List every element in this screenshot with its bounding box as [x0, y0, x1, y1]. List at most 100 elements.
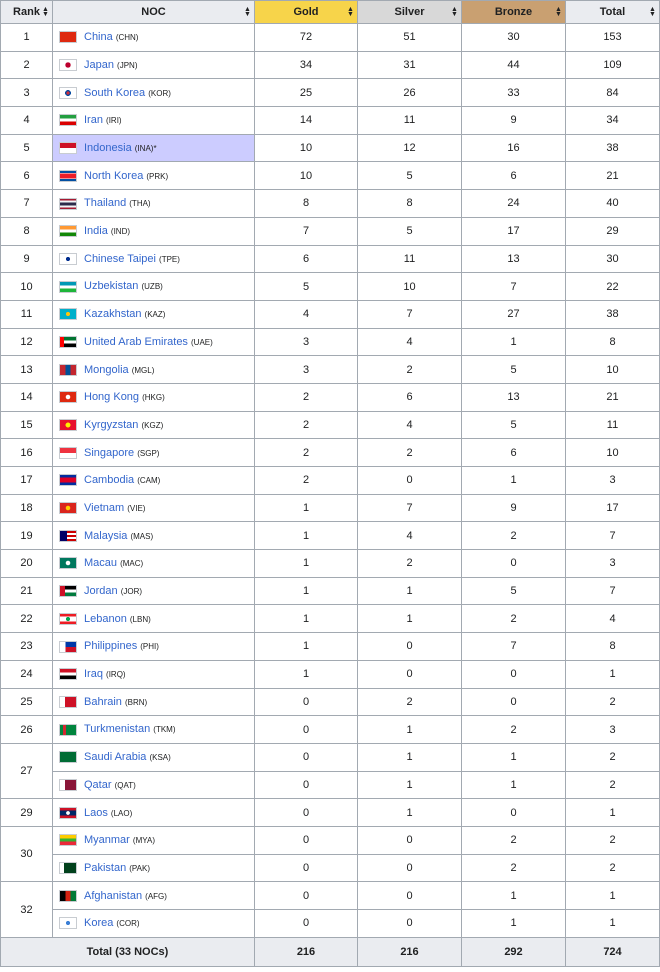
rank-cell: 14: [0, 382, 53, 412]
country-link[interactable]: Singapore: [84, 447, 134, 459]
country-link[interactable]: Japan: [84, 59, 114, 71]
silver-cell: 10: [357, 272, 462, 301]
table-row: 24 Iraq (IRQ) 1 0 0 1: [0, 659, 660, 689]
gold-cell: 0: [254, 770, 358, 800]
gold-cell: 1: [254, 576, 358, 606]
country-code: (IND): [110, 227, 131, 237]
country-link[interactable]: Iraq: [84, 668, 103, 680]
bronze-cell: 0: [461, 549, 566, 578]
country-link[interactable]: Bahrain: [84, 696, 122, 708]
gold-cell: 1: [254, 604, 358, 634]
silver-cell: 2: [357, 687, 462, 717]
country-link[interactable]: Uzbekistan: [84, 280, 138, 292]
country-link[interactable]: Chinese Taipei: [84, 253, 156, 265]
country-link[interactable]: Cambodia: [84, 474, 134, 486]
bronze-cell: 24: [461, 189, 566, 218]
country-link[interactable]: Macau: [84, 557, 117, 569]
country-link[interactable]: Kazakhstan: [84, 308, 141, 320]
sort-icon[interactable]: ▲ ▼: [244, 6, 251, 18]
gold-cell: 1: [254, 632, 358, 661]
gold-cell: 10: [254, 161, 358, 191]
country-link[interactable]: Kyrgyzstan: [84, 419, 138, 431]
flag-icon: [59, 557, 77, 570]
country-link[interactable]: Iran: [84, 114, 103, 126]
silver-header[interactable]: Silver ▲ ▼: [357, 0, 462, 24]
bronze-cell: 5: [461, 410, 566, 440]
gold-cell: 5: [254, 272, 358, 301]
country-link[interactable]: Myanmar: [84, 834, 130, 846]
gold-cell: 14: [254, 106, 358, 135]
country-code: (MYA): [132, 836, 155, 846]
gold-cell: 8: [254, 189, 358, 218]
flag-icon: [59, 114, 77, 127]
country-code: (HKG): [142, 393, 165, 403]
country-link[interactable]: Malaysia: [84, 530, 127, 542]
country-link[interactable]: Hong Kong: [84, 391, 139, 403]
total-header[interactable]: Total ▲ ▼: [565, 0, 660, 24]
country-link[interactable]: Afghanistan: [84, 890, 142, 902]
bronze-cell: 33: [461, 78, 566, 108]
bronze-cell: 1: [461, 881, 566, 910]
noc-cell: Malaysia (MAS): [52, 521, 255, 551]
gold-cell: 72: [254, 23, 358, 52]
bronze-cell: 9: [461, 106, 566, 135]
noc-cell: Japan (JPN): [52, 50, 255, 80]
rank-cell: 16: [0, 438, 53, 467]
total-cell: 84: [565, 78, 660, 108]
country-link[interactable]: Pakistan: [84, 862, 126, 874]
total-cell: 3: [565, 549, 660, 578]
country-link[interactable]: Korea: [84, 917, 113, 929]
gold-cell: 10: [254, 133, 358, 163]
bronze-cell: 13: [461, 244, 566, 274]
gold-cell: 1: [254, 549, 358, 578]
total-cell: 7: [565, 576, 660, 606]
country-link[interactable]: Indonesia: [84, 142, 132, 154]
country-link[interactable]: Vietnam: [84, 502, 124, 514]
flag-icon: [59, 446, 77, 459]
rank-cell: 18: [0, 493, 53, 523]
country-code: (MAC): [120, 559, 144, 569]
country-link[interactable]: Jordan: [84, 585, 118, 597]
country-link[interactable]: Mongolia: [84, 364, 129, 376]
noc-header-label: NOC: [141, 6, 166, 18]
rank-header[interactable]: Rank ▲ ▼: [0, 0, 53, 24]
bronze-cell: 16: [461, 133, 566, 163]
country-link[interactable]: India: [84, 225, 108, 237]
sort-icon[interactable]: ▲ ▼: [451, 6, 458, 18]
country-link[interactable]: South Korea: [84, 87, 145, 99]
total-cell: 1: [565, 798, 660, 827]
country-link[interactable]: Thailand: [84, 197, 126, 209]
country-link[interactable]: China: [84, 31, 113, 43]
country-code: (KSA): [149, 753, 171, 763]
bronze-cell: 9: [461, 493, 566, 523]
noc-cell: Uzbekistan (UZB): [52, 272, 255, 301]
silver-cell: 4: [357, 327, 462, 357]
flag-icon: [59, 806, 77, 819]
country-link[interactable]: United Arab Emirates: [84, 336, 188, 348]
sort-icon[interactable]: ▲ ▼: [347, 6, 354, 18]
sort-icon[interactable]: ▲ ▼: [42, 6, 49, 18]
gold-header[interactable]: Gold ▲ ▼: [254, 0, 358, 24]
total-cell: 2: [565, 742, 660, 772]
rank-cell: 20: [0, 549, 53, 578]
country-link[interactable]: Laos: [84, 807, 108, 819]
total-cell: 1: [565, 659, 660, 689]
country-link[interactable]: Saudi Arabia: [84, 751, 146, 763]
noc-cell: Qatar (QAT): [52, 770, 255, 800]
country-link[interactable]: Philippines: [84, 640, 137, 652]
noc-cell: Myanmar (MYA): [52, 825, 255, 855]
country-link[interactable]: Qatar: [84, 779, 112, 791]
flag-icon: [59, 502, 77, 515]
sort-icon[interactable]: ▲ ▼: [555, 6, 562, 18]
bronze-header[interactable]: Bronze ▲ ▼: [461, 0, 566, 24]
table-row: 26 Turkmenistan (TKM) 0 1 2 3: [0, 715, 660, 744]
bronze-cell: 1: [461, 466, 566, 495]
noc-cell: Jordan (JOR): [52, 576, 255, 606]
country-link[interactable]: Turkmenistan: [84, 723, 150, 735]
country-link[interactable]: Lebanon: [84, 613, 127, 625]
country-link[interactable]: North Korea: [84, 170, 143, 182]
rank-cell: 24: [0, 659, 53, 689]
noc-header[interactable]: NOC ▲ ▼: [52, 0, 255, 24]
total-cell: 7: [565, 521, 660, 551]
sort-icon[interactable]: ▲ ▼: [649, 6, 656, 18]
